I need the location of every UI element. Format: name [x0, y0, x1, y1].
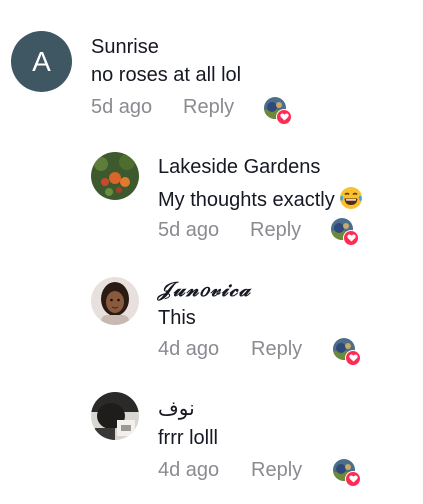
comment-timestamp: 4d ago: [158, 338, 220, 360]
laughing-with-tears-emoji-icon: [339, 186, 363, 216]
heart-icon: [345, 471, 361, 487]
comment-text-content: My thoughts exactly: [158, 189, 335, 211]
comment-item: A Sunrise no roses at all lol 5d ago Rep…: [0, 0, 423, 130]
comment-item: نوف frrr lolll 4d ago Reply: [0, 388, 423, 504]
avatar[interactable]: [91, 392, 139, 440]
comment-username[interactable]: Lakeside Gardens: [158, 156, 320, 179]
comment-text: no roses at all lol: [91, 64, 242, 86]
comment-text: My thoughts exactly: [158, 186, 363, 216]
creator-liked-icon: [264, 97, 292, 125]
comment-timestamp: 5d ago: [158, 219, 220, 241]
creator-liked-icon: [331, 218, 359, 246]
garden-photo-icon: [91, 152, 139, 200]
reply-button[interactable]: Reply: [250, 219, 301, 242]
comment-item: Lakeside Gardens My thoughts exactly 5d …: [0, 140, 423, 260]
comment-username[interactable]: نوف: [158, 396, 195, 421]
creator-liked-icon: [333, 338, 361, 366]
comment-timestamp: 5d ago: [91, 96, 153, 118]
creator-liked-icon: [333, 459, 361, 487]
avatar-letter: A: [32, 45, 51, 77]
comment-username[interactable]: 𝒥𝓊𝓃𝑜𝓋𝒾𝒸𝒶: [158, 277, 251, 301]
comment-timestamp: 4d ago: [158, 459, 220, 481]
avatar[interactable]: [91, 152, 139, 200]
reply-button[interactable]: Reply: [251, 338, 302, 361]
comment-username[interactable]: Sunrise: [91, 36, 159, 59]
avatar[interactable]: [91, 277, 139, 325]
reply-button[interactable]: Reply: [251, 459, 302, 482]
heart-icon: [343, 230, 359, 246]
comment-text: This: [158, 307, 196, 329]
comment-item: 𝒥𝓊𝓃𝑜𝓋𝒾𝒸𝒶 This 4d ago Reply: [0, 268, 423, 380]
comment-text: frrr lolll: [158, 427, 218, 449]
reply-button[interactable]: Reply: [183, 96, 234, 119]
profile-photo-icon: [91, 277, 139, 325]
heart-icon: [276, 109, 292, 125]
heart-icon: [345, 350, 361, 366]
avatar[interactable]: A: [11, 31, 72, 92]
profile-photo-icon: [91, 392, 139, 440]
